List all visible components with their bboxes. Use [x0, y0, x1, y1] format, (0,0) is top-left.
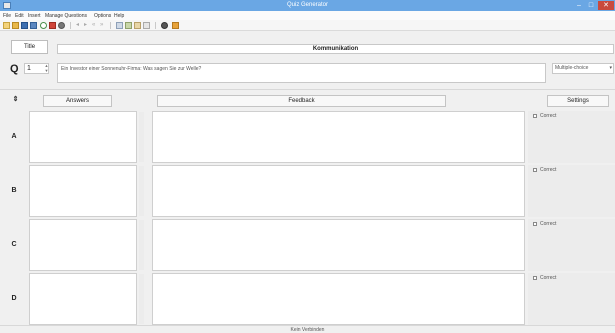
status-bar: Kein Verbinden — [0, 325, 615, 333]
question-label: Q — [10, 63, 19, 75]
close-button[interactable]: ✕ — [598, 1, 614, 10]
new-icon[interactable] — [3, 22, 10, 29]
undo-icon[interactable] — [40, 22, 47, 29]
answer-letter-d: D — [11, 295, 17, 302]
settings-c: Correct — [528, 219, 615, 271]
feedback-d-input[interactable] — [152, 273, 525, 325]
answer-b-scrollbar[interactable] — [139, 166, 144, 216]
toolbar-separator — [155, 22, 156, 29]
correct-a-checkbox[interactable] — [533, 114, 537, 118]
correct-d-label: Correct — [540, 275, 557, 281]
feedback-header: Feedback — [157, 95, 446, 107]
window-title: Quiz Generator — [286, 2, 329, 8]
correct-d-checkbox[interactable] — [533, 276, 537, 280]
spin-down-icon[interactable]: ▼ — [44, 68, 49, 73]
save-as-icon[interactable] — [30, 22, 37, 29]
answers-header: Answers — [43, 95, 112, 107]
feedback-b-input[interactable] — [152, 165, 525, 217]
answer-d-scrollbar[interactable] — [139, 274, 144, 324]
toolbar-separator — [110, 22, 111, 29]
menu-file[interactable]: File — [3, 13, 11, 19]
question-type-value: Multiple-choice — [555, 65, 589, 71]
open-icon[interactable] — [12, 22, 19, 29]
menu-manage-questions[interactable]: Manage Questions — [45, 13, 87, 19]
cut-icon[interactable] — [116, 22, 123, 29]
toolbar: ◂ ▸ « » — [0, 20, 615, 31]
title-label: Title — [11, 40, 48, 54]
menu-edit[interactable]: Edit — [15, 13, 24, 19]
paste-icon[interactable] — [134, 22, 141, 29]
next-icon[interactable]: ▸ — [84, 22, 91, 29]
delete-icon[interactable] — [143, 22, 150, 29]
status-text: Kein Verbinden — [290, 327, 325, 333]
settings-header: Settings — [547, 95, 609, 107]
menu-options[interactable]: Options — [94, 13, 111, 19]
menu-help[interactable]: Help — [114, 13, 124, 19]
maximize-button[interactable]: □ — [586, 1, 596, 10]
answer-a-scrollbar[interactable] — [139, 112, 144, 162]
correct-c-checkbox[interactable] — [533, 222, 537, 226]
first-icon[interactable]: « — [92, 22, 99, 29]
answer-letter-c: C — [11, 241, 17, 248]
answer-d-input[interactable] — [29, 273, 137, 325]
correct-a-label: Correct — [540, 113, 557, 119]
correct-c-label: Correct — [540, 221, 557, 227]
toolbar-separator — [70, 22, 71, 29]
settings-b: Correct — [528, 165, 615, 217]
copy-icon[interactable] — [125, 22, 132, 29]
menu-insert[interactable]: Insert — [28, 13, 41, 19]
answer-c-input[interactable] — [29, 219, 137, 271]
feedback-a-input[interactable] — [152, 111, 525, 163]
question-type-select[interactable]: Multiple-choice ▾ — [552, 63, 614, 74]
settings-icon[interactable] — [58, 22, 65, 29]
menu-bar: File Edit Insert Manage Questions Option… — [0, 11, 615, 20]
divider — [0, 89, 615, 90]
last-icon[interactable]: » — [100, 22, 107, 29]
question-number-spinner[interactable]: ▲ ▼ — [44, 63, 49, 74]
title-bar: Quiz Generator – □ ✕ — [0, 0, 615, 11]
settings-d: Correct — [528, 273, 615, 325]
minimize-button[interactable]: – — [574, 1, 584, 10]
answer-c-scrollbar[interactable] — [139, 220, 144, 270]
prev-icon[interactable]: ◂ — [76, 22, 83, 29]
settings-a: Correct — [528, 111, 615, 163]
add-question-icon[interactable] — [49, 22, 56, 29]
answer-spinner-icon[interactable]: ⇕ — [11, 95, 20, 105]
help-icon[interactable] — [172, 22, 179, 29]
quiz-title-field[interactable]: Kommunikation — [57, 44, 614, 54]
answer-b-input[interactable] — [29, 165, 137, 217]
answer-letter-b: B — [11, 187, 17, 194]
save-icon[interactable] — [21, 22, 28, 29]
correct-b-checkbox[interactable] — [533, 168, 537, 172]
answer-letter-a: A — [11, 133, 17, 140]
correct-b-label: Correct — [540, 167, 557, 173]
question-text-area[interactable]: Ein Investor einer Sonnenuhr-Firma: Was … — [57, 63, 546, 83]
feedback-c-input[interactable] — [152, 219, 525, 271]
answer-a-input[interactable] — [29, 111, 137, 163]
chevron-down-icon: ▾ — [609, 65, 612, 71]
preview-icon[interactable] — [161, 22, 168, 29]
